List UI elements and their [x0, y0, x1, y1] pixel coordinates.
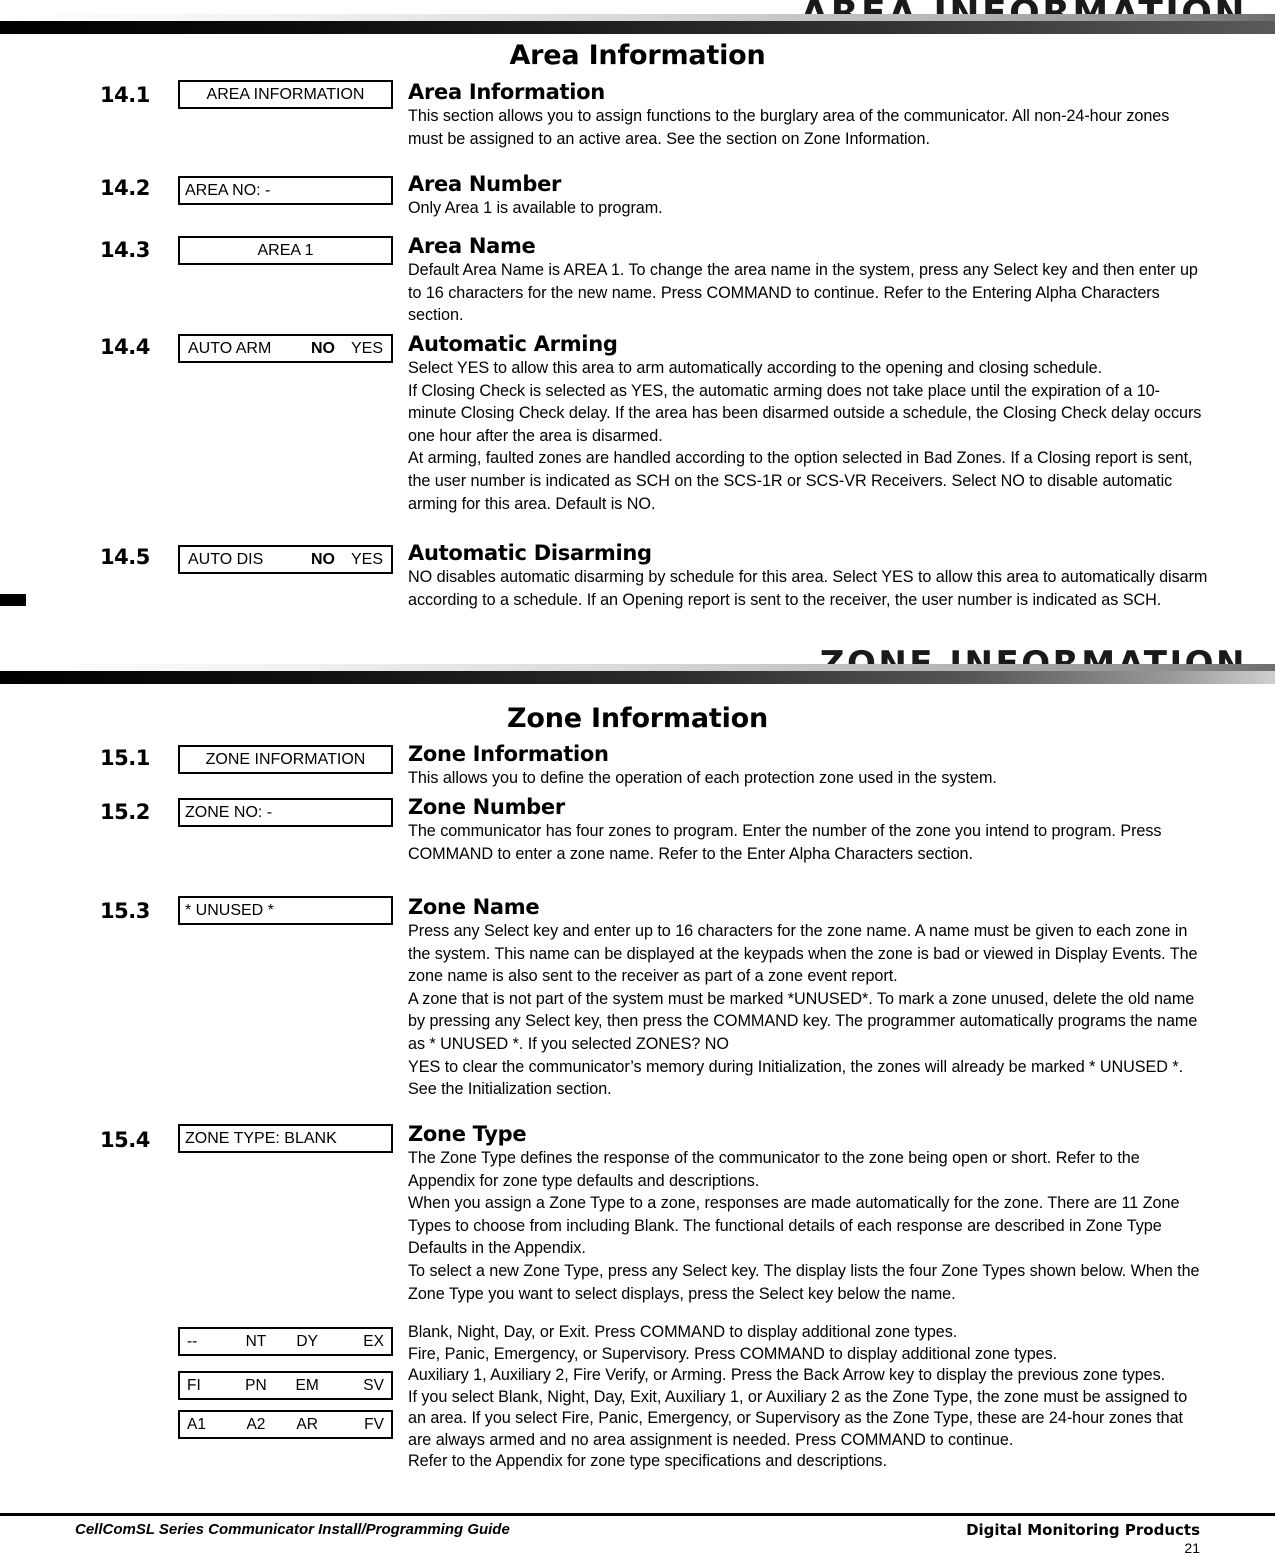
entry-paragraph: This section allows you to assign functi…: [408, 107, 1170, 148]
entry-heading: Automatic Arming: [408, 332, 618, 356]
zone-type-note: Fire, Panic, Emergency, or Supervisory. …: [408, 1344, 1058, 1363]
entry-heading: Zone Name: [408, 895, 540, 919]
page-edge-tab-marker: [0, 594, 26, 606]
zone-type-cell[interactable]: EX: [333, 1329, 384, 1354]
entry-heading: Zone Type: [408, 1122, 527, 1146]
entry-paragraph: YES to clear the communicator’s memory d…: [408, 1057, 1184, 1099]
entry-paragraph: The Zone Type defines the response of th…: [408, 1149, 1140, 1190]
entry-paragraph: Only Area 1 is available to program.: [408, 199, 663, 217]
lcd-display-auto-dis[interactable]: AUTO DIS NO YES: [178, 545, 393, 574]
lcd-display-zone-name[interactable]: * UNUSED *: [178, 896, 393, 925]
lcd-option-selected-no[interactable]: NO: [311, 336, 335, 361]
entry-heading: Area Number: [408, 172, 562, 196]
entry-heading: Area Name: [408, 234, 536, 258]
zone-type-cell[interactable]: AR: [282, 1412, 333, 1437]
entry-number: 14.4: [100, 335, 150, 359]
lcd-zone-type-row-2[interactable]: FI PN EM SV: [178, 1371, 393, 1400]
zone-type-cell[interactable]: EM: [282, 1373, 333, 1398]
entry-number: 14.3: [100, 238, 150, 262]
entry-paragraph: Press any Select key and enter up to 16 …: [408, 922, 1198, 986]
entry-paragraph: NO disables automatic disarming by sched…: [408, 568, 1208, 609]
zone-type-cell[interactable]: SV: [333, 1373, 384, 1398]
lcd-display-zone-no[interactable]: ZONE NO: -: [178, 798, 393, 827]
zone-type-note: If you select Blank, Night, Day, Exit, A…: [408, 1387, 1188, 1449]
zone-type-note: Refer to the Appendix for zone type spec…: [408, 1452, 887, 1470]
entry-heading: Automatic Disarming: [408, 541, 652, 565]
lcd-zone-type-row-1[interactable]: -- NT DY EX: [178, 1327, 393, 1356]
footer-company-name: Digital Monitoring Products: [966, 1521, 1200, 1539]
entry-paragraph: At arming, faulted zones are handled acc…: [408, 449, 1193, 513]
lcd-display-auto-arm[interactable]: AUTO ARM NO YES: [178, 334, 393, 363]
entry-paragraph: The communicator has four zones to progr…: [408, 822, 1162, 863]
entry-paragraph: If Closing Check is selected as YES, the…: [408, 381, 1202, 445]
entry-number: 15.2: [100, 800, 150, 824]
zone-type-cell[interactable]: PN: [230, 1373, 281, 1398]
entry-paragraph: Default Area Name is AREA 1. To change t…: [408, 261, 1198, 325]
zone-type-note: Auxiliary 1, Auxiliary 2, Fire Verify, o…: [408, 1366, 1166, 1384]
lcd-zone-type-row-3[interactable]: A1 A2 AR FV: [178, 1410, 393, 1439]
lcd-display-area-information[interactable]: AREA INFORMATION: [178, 80, 393, 109]
lcd-display-zone-type[interactable]: ZONE TYPE: BLANK: [178, 1124, 393, 1153]
lcd-display-area-no[interactable]: AREA NO: -: [178, 176, 393, 205]
entry-number: 15.1: [100, 746, 150, 770]
entry-paragraph: A zone that is not part of the system mu…: [408, 989, 1198, 1053]
lcd-option-label: AUTO DIS: [188, 551, 264, 568]
zone-type-cell[interactable]: FV: [333, 1412, 384, 1437]
entry-paragraph: When you assign a Zone Type to a zone, r…: [408, 1194, 1180, 1258]
lcd-option-selected-no[interactable]: NO: [311, 547, 335, 572]
zone-type-cell[interactable]: A2: [230, 1412, 281, 1437]
zone-type-cell[interactable]: NT: [230, 1329, 281, 1354]
footer-divider: [0, 1513, 1275, 1516]
lcd-option-label: AUTO ARM: [188, 340, 272, 357]
entry-number: 15.4: [100, 1128, 150, 1152]
entry-heading: Zone Number: [408, 795, 565, 819]
footer-guide-title: CellComSL Series Communicator Install/Pr…: [75, 1521, 510, 1538]
lcd-display-area-name[interactable]: AREA 1: [178, 236, 393, 265]
header-gradient-bar-dark-top: [0, 21, 1275, 34]
lcd-display-zone-information[interactable]: ZONE INFORMATION: [178, 745, 393, 774]
page-number: 21: [1184, 1540, 1200, 1556]
zone-type-notes: Blank, Night, Day, or Exit. Press COMMAN…: [408, 1322, 1208, 1473]
section-title-area: Area Information: [509, 40, 766, 71]
entry-number: 15.3: [100, 899, 150, 923]
zone-type-cell[interactable]: FI: [187, 1373, 230, 1398]
entry-heading: Zone Information: [408, 742, 609, 766]
entry-paragraph: Select YES to allow this area to arm aut…: [408, 359, 1103, 377]
entry-number: 14.5: [100, 545, 150, 569]
header-gradient-bar-light-zone: [0, 664, 1275, 671]
entry-number: 14.1: [100, 83, 150, 107]
entry-paragraph: This allows you to define the operation …: [408, 769, 997, 787]
zone-type-cell[interactable]: --: [187, 1329, 230, 1354]
lcd-option-yes[interactable]: YES: [351, 336, 383, 361]
zone-type-cell[interactable]: DY: [282, 1329, 333, 1354]
section-title-zone: Zone Information: [506, 703, 769, 734]
lcd-option-yes[interactable]: YES: [351, 547, 383, 572]
entry-number: 14.2: [100, 176, 150, 200]
header-gradient-bar-dark-zone: [0, 671, 1275, 684]
entry-heading: Area Information: [408, 80, 605, 104]
entry-paragraph: To select a new Zone Type, press any Sel…: [408, 1261, 1200, 1303]
zone-type-note: Blank, Night, Day, or Exit. Press COMMAN…: [408, 1323, 958, 1341]
zone-type-cell[interactable]: A1: [187, 1412, 230, 1437]
header-gradient-bar-light-top: [0, 14, 1275, 21]
